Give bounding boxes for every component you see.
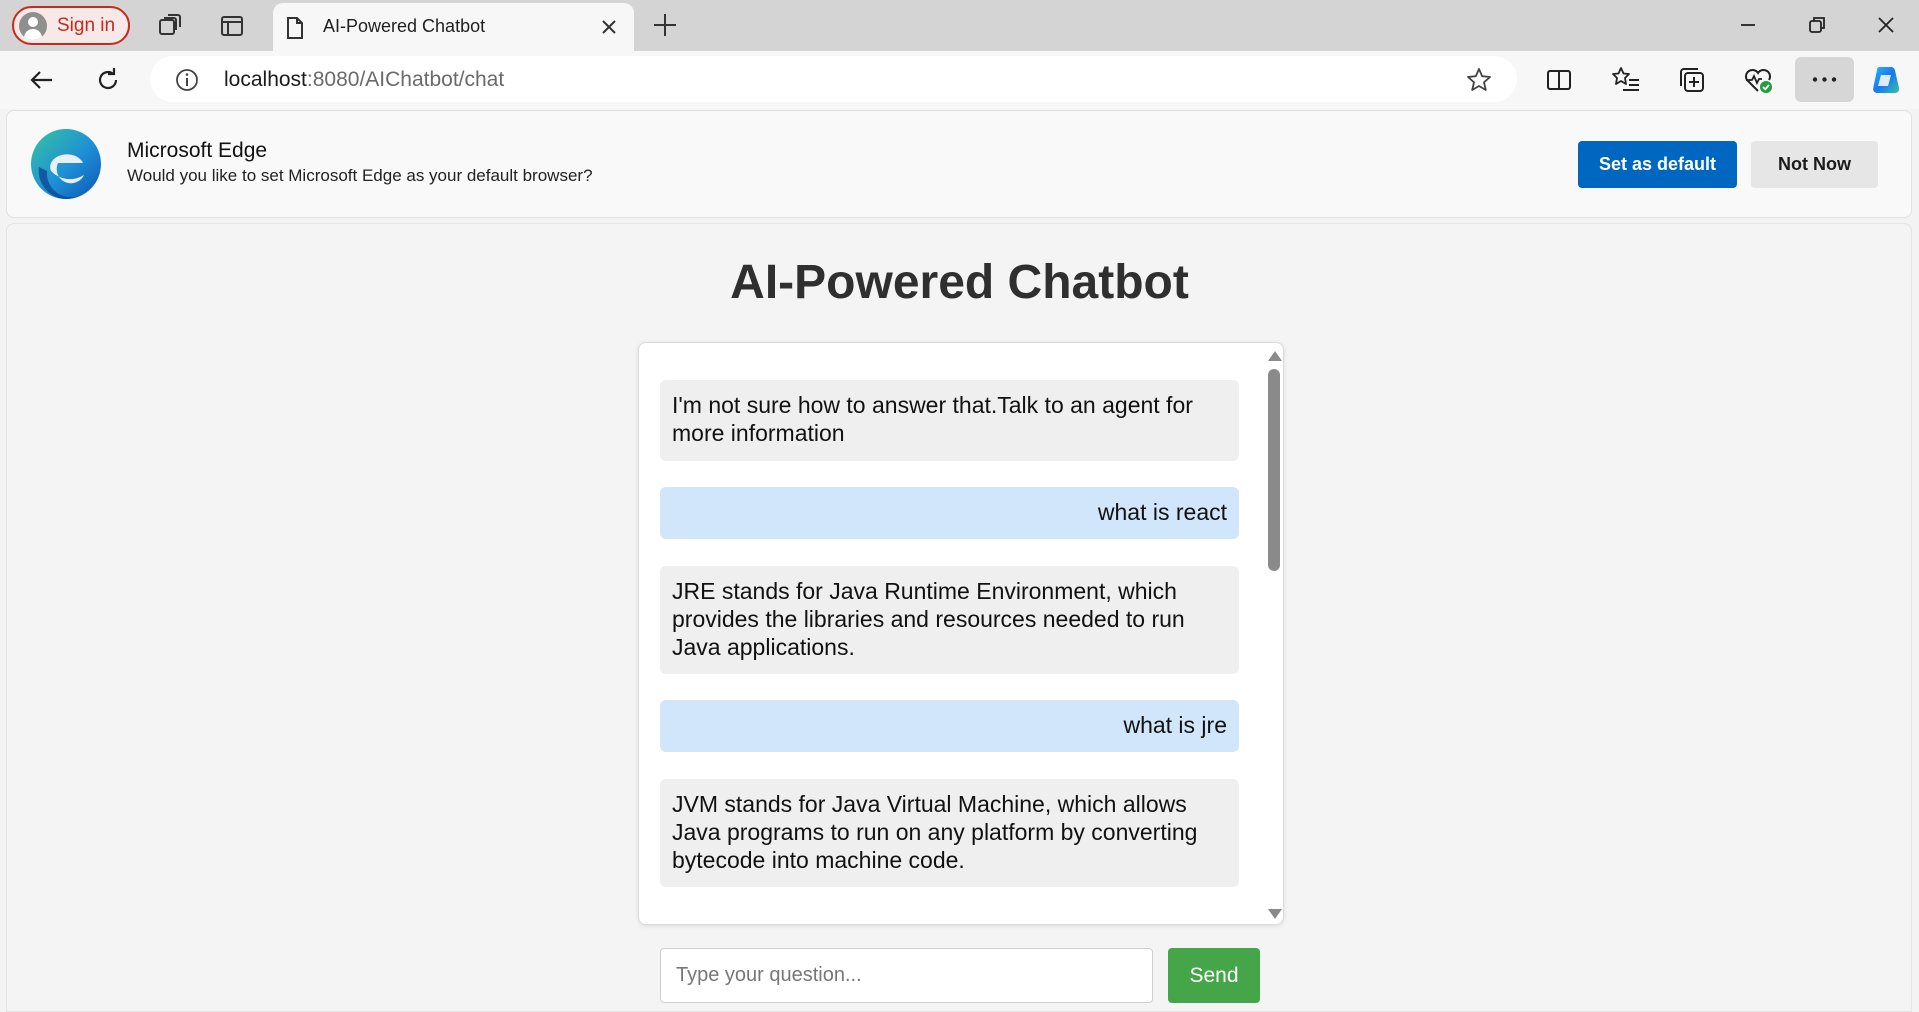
scroll-down-arrow-icon[interactable] [1268, 909, 1282, 919]
chat-history[interactable]: I'm not sure how to answer that.Talk to … [638, 342, 1284, 925]
back-arrow-icon[interactable] [26, 64, 58, 96]
address-toolbar: localhost:8080/AIChatbot/chat [0, 51, 1919, 109]
split-screen-icon[interactable] [1543, 64, 1575, 96]
window-close-icon[interactable] [1871, 10, 1901, 40]
favorites-list-icon[interactable] [1610, 64, 1642, 96]
sign-in-button[interactable]: Sign in [12, 6, 130, 45]
tab-strip: Sign in AI-Powered Chatbot [0, 0, 1919, 51]
send-button[interactable]: Send [1168, 948, 1260, 1003]
bot-message: JVM stands for Java Virtual Machine, whi… [660, 779, 1239, 887]
user-message: what is react [660, 487, 1239, 539]
workspaces-icon[interactable] [154, 10, 186, 42]
sign-in-label: Sign in [57, 14, 116, 36]
ellipsis-icon [1812, 77, 1837, 82]
refresh-icon[interactable] [92, 64, 124, 96]
star-icon[interactable] [1465, 66, 1493, 94]
default-browser-banner: Microsoft Edge Would you like to set Mic… [6, 110, 1912, 218]
address-bar[interactable]: localhost:8080/AIChatbot/chat [150, 56, 1517, 102]
scroll-thumb[interactable] [1268, 369, 1280, 571]
plus-icon[interactable] [650, 10, 680, 40]
url-text[interactable]: localhost:8080/AIChatbot/chat [224, 68, 504, 92]
not-now-button[interactable]: Not Now [1751, 141, 1878, 188]
restore-icon[interactable] [1802, 10, 1832, 40]
heart-pulse-icon[interactable] [1742, 64, 1774, 96]
banner-title: Microsoft Edge [127, 139, 268, 162]
collections-icon[interactable] [1676, 64, 1708, 96]
tab-actions-icon[interactable] [216, 10, 248, 42]
tab-title: AI-Powered Chatbot [323, 16, 486, 36]
banner-text: Would you like to set Microsoft Edge as … [127, 166, 593, 185]
scroll-up-arrow-icon[interactable] [1268, 351, 1282, 361]
question-input[interactable] [660, 948, 1153, 1003]
edge-logo-icon [31, 129, 101, 199]
copilot-icon[interactable] [1868, 62, 1904, 98]
chat-scrollbar[interactable] [1263, 343, 1283, 924]
url-path: :8080/AIChatbot/chat [306, 68, 505, 91]
url-host: localhost [224, 68, 307, 91]
profile-avatar-icon [19, 11, 47, 40]
minimize-icon[interactable] [1733, 10, 1763, 40]
close-icon[interactable] [597, 15, 621, 39]
bot-message: I'm not sure how to answer that.Talk to … [660, 380, 1239, 461]
more-button[interactable] [1795, 57, 1854, 102]
tab-ai-powered-chatbot[interactable]: AI-Powered Chatbot [273, 3, 634, 51]
user-message: what is jre [660, 700, 1239, 752]
bot-message: JRE stands for Java Runtime Environment,… [660, 566, 1239, 674]
page-title: AI-Powered Chatbot [730, 256, 1189, 309]
info-icon[interactable] [174, 67, 200, 93]
page-icon [287, 17, 303, 39]
set-as-default-button[interactable]: Set as default [1578, 141, 1737, 188]
